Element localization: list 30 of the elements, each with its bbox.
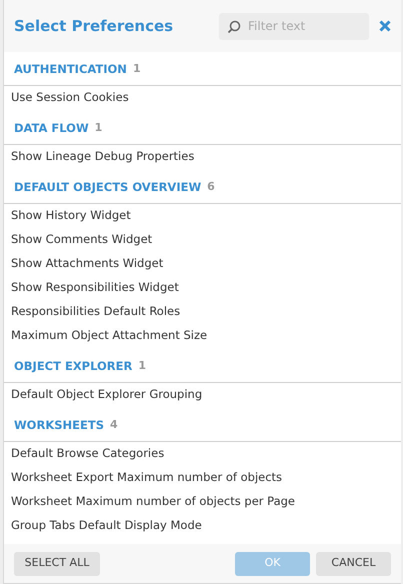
filter-field[interactable]: Filter text: [219, 12, 369, 40]
preference-item[interactable]: Show Comments Widget: [4, 228, 401, 252]
preference-item[interactable]: Show Lineage Debug Properties: [4, 145, 401, 169]
preference-item[interactable]: Maximum Object Attachment Size: [4, 324, 401, 348]
section-count: 1: [132, 61, 141, 77]
search-icon: [227, 20, 241, 34]
section-heading: DEFAULT OBJECTS OVERVIEW: [14, 179, 202, 195]
preference-item[interactable]: Group Tabs Default Display Mode: [4, 514, 401, 538]
preference-item[interactable]: Default Browse Categories: [4, 442, 401, 466]
preference-item[interactable]: Show Attachments Widget: [4, 252, 401, 276]
preference-item[interactable]: Default Object Explorer Grouping: [4, 383, 401, 407]
close-icon: [379, 20, 391, 32]
cancel-button[interactable]: CANCEL: [316, 552, 391, 576]
close-button[interactable]: [377, 18, 393, 34]
preference-item[interactable]: Worksheet Export Maximum number of objects: [4, 466, 401, 490]
section-heading: DATA FLOW: [14, 120, 89, 136]
section-count: 6: [207, 179, 215, 195]
preference-item[interactable]: Show History Widget: [4, 204, 401, 228]
preference-item[interactable]: Show Responsibilities Widget: [4, 276, 401, 300]
preference-item[interactable]: Worksheet Maximum number of objects per Page: [4, 490, 401, 514]
select-all-button[interactable]: SELECT ALL: [14, 552, 100, 576]
section-count: 1: [94, 120, 102, 136]
section-heading: AUTHENTICATION: [14, 61, 127, 77]
preference-item[interactable]: Responsibilities Default Roles: [4, 300, 401, 324]
section-heading: OBJECT EXPLORER: [14, 358, 132, 374]
section-heading: WORKSHEETS: [14, 417, 104, 433]
section-count: 4: [110, 417, 118, 433]
preference-item[interactable]: Use Session Cookies: [4, 86, 401, 110]
dialog-title: Select Preferences: [14, 16, 174, 37]
section-count: 1: [138, 358, 146, 374]
